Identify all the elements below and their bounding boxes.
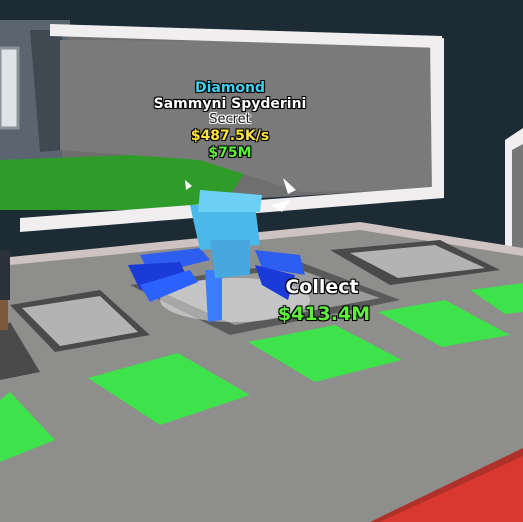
pet-income-rate: $487.5K/s [190, 128, 270, 144]
pet-tier-label: Secret [209, 112, 251, 127]
pet-rarity-label: Diamond [194, 80, 266, 96]
collect-amount: $413.4M [277, 303, 371, 325]
window-frame-right [430, 38, 444, 196]
building-window [0, 46, 20, 130]
pet-price: $75M [208, 145, 252, 161]
collect-button[interactable]: Collect [262, 276, 382, 298]
game-world [0, 0, 523, 522]
pet-name-label: Sammyni Spyderini [153, 96, 307, 112]
